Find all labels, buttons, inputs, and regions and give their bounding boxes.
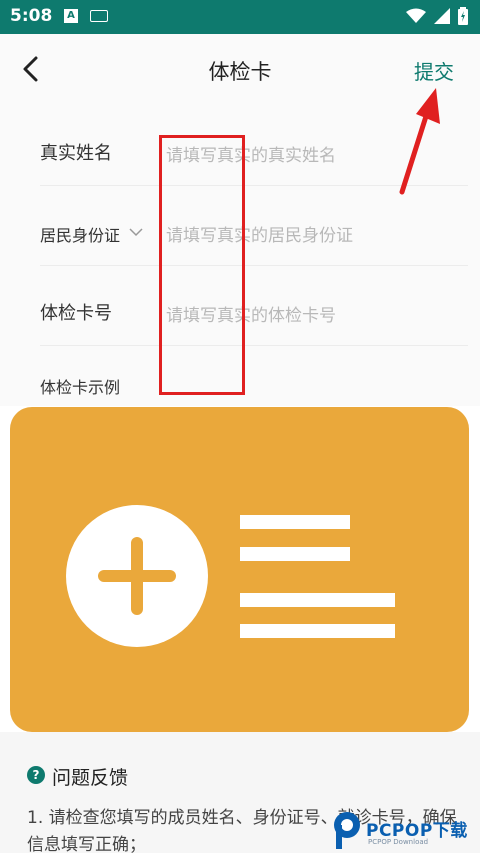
form-row-card-number[interactable]: 体检卡号 请填写真实的体检卡号 (40, 266, 468, 346)
question-icon: ? (27, 766, 45, 784)
watermark-sub: PCPOP Download (368, 838, 429, 846)
name-label: 真实姓名 (40, 143, 112, 164)
card-line (240, 593, 395, 607)
status-time: 5:08 (10, 6, 53, 26)
annotation-box (159, 135, 245, 395)
card-line (240, 515, 350, 529)
card-example-image (10, 407, 469, 732)
page-title: 体检卡 (208, 60, 272, 84)
card-line (240, 547, 350, 561)
card-example-label: 体检卡示例 (40, 378, 121, 397)
wifi-icon (406, 8, 426, 23)
battery-icon (458, 7, 468, 25)
keyboard-icon (90, 10, 108, 22)
chevron-down-icon[interactable] (128, 226, 144, 238)
watermark: PCPOP下载 PCPOP Download (332, 808, 480, 853)
id-type-label[interactable]: 居民身份证 (40, 222, 120, 246)
pcpop-logo-icon (334, 812, 360, 849)
card-number-label: 体检卡号 (40, 303, 112, 324)
feedback-title: 问题反馈 (52, 767, 129, 789)
annotation-arrow-icon (399, 88, 440, 195)
signal-icon (434, 8, 450, 24)
status-bar: 5:08 A (0, 0, 480, 34)
form-row-id[interactable]: 居民身份证 请填写真实的居民身份证 (40, 186, 468, 266)
submit-button[interactable]: 提交 (414, 56, 454, 85)
notification-app-icon: A (64, 9, 78, 23)
card-line (240, 624, 395, 638)
plus-icon-vertical (131, 537, 143, 615)
